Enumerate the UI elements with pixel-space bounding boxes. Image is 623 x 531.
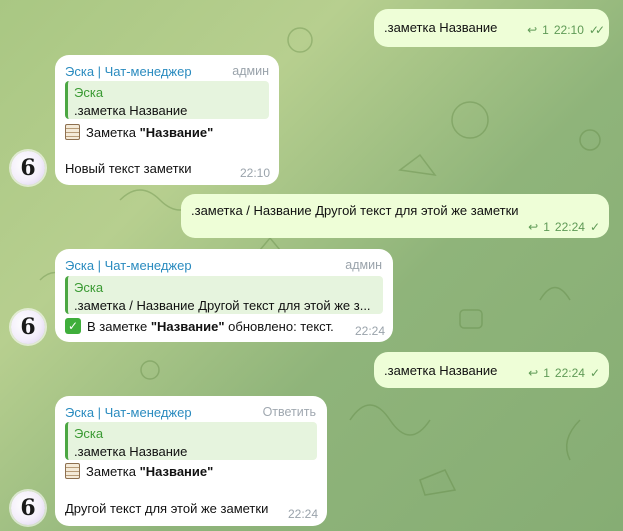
- message-text: .заметка / Название Другой текст для это…: [191, 203, 519, 218]
- message-text: Заметка "Название": [86, 463, 214, 479]
- sender-role-badge: админ: [345, 258, 382, 272]
- message-time: 22:24: [554, 366, 585, 380]
- bot-avatar[interactable]: 6: [11, 151, 45, 185]
- note-name: "Название": [139, 124, 214, 140]
- sender-role-badge: админ: [232, 64, 269, 78]
- sender-name[interactable]: Эска | Чат-менеджер: [65, 64, 192, 79]
- message-line: Новый текст заметки: [65, 161, 192, 176]
- avatar-letter: 6: [20, 155, 36, 181]
- message-outgoing[interactable]: .заметка / Название Другой текст для это…: [181, 194, 609, 238]
- quote-text: .заметка Название: [74, 444, 188, 459]
- message-incoming[interactable]: Эска | Чат-менеджер админ Эска .заметка …: [55, 249, 393, 342]
- quote-text: .заметка Название: [74, 103, 188, 118]
- message-outgoing[interactable]: .заметка Название ↩ 1 22:10 ✓✓: [374, 9, 609, 47]
- reply-count: 1: [543, 220, 550, 234]
- message-text: Другой текст для этой же заметки: [65, 501, 269, 516]
- reply-quote[interactable]: Эска .заметка Название: [65, 81, 269, 119]
- reply-arrow-icon: ↩: [528, 366, 539, 380]
- message-meta: ↩ 1 22:24 ✓: [528, 220, 600, 234]
- avatar-letter: 6: [20, 495, 36, 521]
- message-text: .заметка Название: [384, 363, 498, 378]
- reply-arrow-icon: ↩: [527, 23, 538, 37]
- reply-arrow-icon: ↩: [528, 220, 539, 234]
- message-time: 22:24: [287, 507, 318, 521]
- double-check-icon: ✓✓: [588, 23, 605, 37]
- reply-quote[interactable]: Эска .заметка Название: [65, 422, 317, 460]
- message-text: .заметка Название: [384, 20, 498, 35]
- reply-count: 1: [543, 366, 550, 380]
- message-text: В заметке "Название" обновлено: текст.: [87, 318, 334, 334]
- message-line: ✓ В заметке "Название" обновлено: текст.: [65, 318, 334, 334]
- notepad-icon: [65, 463, 80, 479]
- note-name: "Название": [150, 318, 225, 334]
- message-text: Новый текст заметки: [65, 161, 192, 176]
- note-name: "Название": [139, 463, 214, 479]
- message-outgoing[interactable]: .заметка Название ↩ 1 22:24 ✓: [374, 352, 609, 388]
- message-line: Заметка "Название": [65, 463, 213, 479]
- message-meta: ↩ 1 22:24 ✓: [528, 366, 600, 380]
- message-incoming[interactable]: Эска | Чат-менеджер Ответить Эска .замет…: [55, 396, 327, 526]
- message-meta: ↩ 1 22:10 ✓✓: [527, 23, 605, 37]
- bot-avatar[interactable]: 6: [11, 491, 45, 525]
- message-line: Другой текст для этой же заметки: [65, 501, 268, 516]
- bot-avatar[interactable]: 6: [11, 310, 45, 344]
- check-mark-icon: ✓: [65, 318, 81, 334]
- message-time: 22:24: [354, 324, 385, 338]
- reply-count: 1: [542, 23, 549, 37]
- message-text: Заметка "Название": [86, 124, 214, 140]
- check-icon: ✓: [589, 220, 600, 234]
- quote-sender: Эска: [74, 426, 104, 441]
- sender-name[interactable]: Эска | Чат-менеджер: [65, 258, 192, 273]
- message-time: 22:24: [554, 220, 585, 234]
- check-icon: ✓: [589, 366, 600, 380]
- message-incoming[interactable]: Эска | Чат-менеджер админ Эска .заметка …: [55, 55, 279, 185]
- sender-name[interactable]: Эска | Чат-менеджер: [65, 405, 192, 420]
- reply-quote[interactable]: Эска .заметка / Название Другой текст дл…: [65, 276, 383, 314]
- message-time: 22:10: [553, 23, 584, 37]
- quote-sender: Эска: [74, 85, 104, 100]
- quote-text: .заметка / Название Другой текст для это…: [74, 298, 371, 313]
- quote-sender: Эска: [74, 280, 104, 295]
- message-line: Заметка "Название": [65, 124, 213, 140]
- reply-button[interactable]: Ответить: [263, 405, 316, 419]
- avatar-letter: 6: [20, 314, 36, 340]
- notepad-icon: [65, 124, 80, 140]
- message-time: 22:10: [239, 166, 270, 180]
